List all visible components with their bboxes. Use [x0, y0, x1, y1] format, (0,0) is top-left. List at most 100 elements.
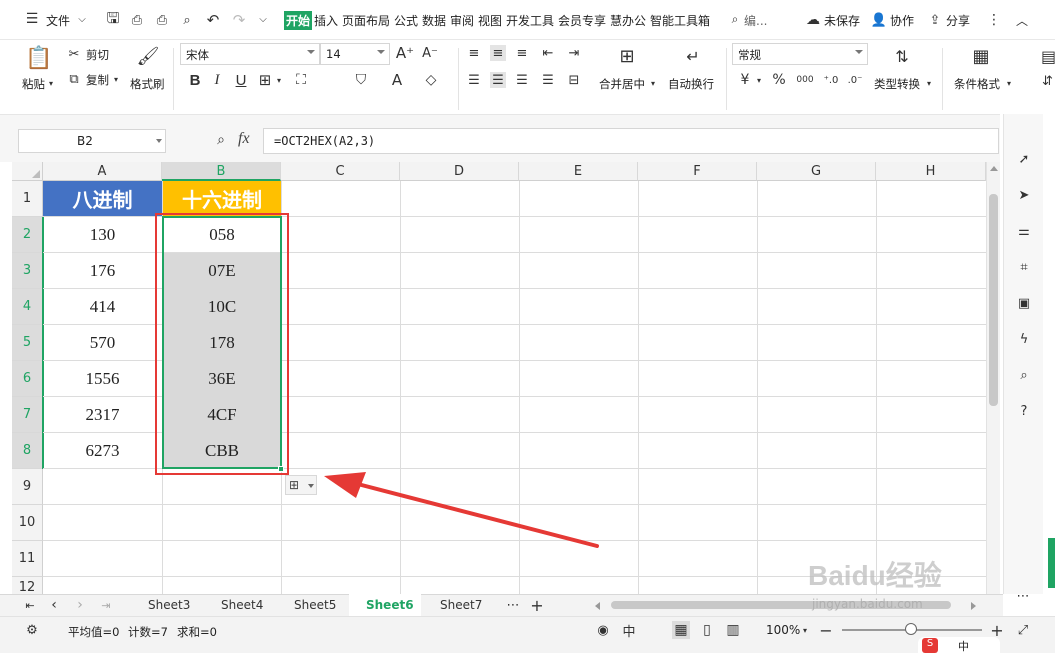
undo-icon[interactable]: ↶ — [204, 11, 222, 29]
zoom-level[interactable]: 100% — [766, 623, 800, 637]
scroll-up-icon[interactable] — [990, 166, 998, 171]
currency-dropdown-icon[interactable]: ▾ — [755, 74, 763, 86]
row-header-9[interactable]: 9 — [12, 469, 43, 505]
name-box[interactable]: B2 — [18, 129, 166, 153]
zoom-out-icon[interactable]: − — [818, 621, 834, 640]
copy-icon[interactable]: ⧉ — [66, 71, 82, 87]
tab-insert[interactable]: 插入 — [314, 12, 338, 29]
function-fx-button[interactable]: fx — [238, 130, 250, 148]
input-method-icon[interactable]: 中 — [620, 621, 638, 640]
zoom-slider-thumb[interactable] — [905, 623, 917, 635]
row-header-3[interactable]: 3 — [12, 253, 43, 289]
page-layout-view-icon[interactable]: ▯ — [698, 621, 716, 639]
fill-color-icon[interactable]: ⛉ — [352, 71, 370, 89]
add-sheet-icon[interactable]: + — [529, 596, 545, 615]
help-icon[interactable]: ? — [1015, 402, 1033, 420]
print-icon[interactable]: ⎙ — [153, 11, 171, 29]
row-header-12[interactable]: 12 — [12, 577, 43, 594]
cell-a6[interactable]: 1556 — [43, 361, 162, 396]
zoom-search-icon[interactable]: ⌕ — [212, 131, 230, 149]
paste-dropdown-icon[interactable]: ▾ — [47, 77, 55, 89]
borders-icon[interactable]: ⊞ — [256, 71, 274, 89]
vertical-scroll-thumb[interactable] — [989, 194, 998, 406]
font-size-select[interactable]: 14 — [320, 43, 390, 65]
collapse-ribbon-icon[interactable]: ︿ — [1014, 11, 1030, 29]
more-icon[interactable]: ⋯ — [1012, 588, 1034, 604]
underline-button[interactable]: U — [234, 71, 248, 89]
file-menu[interactable]: 文件 — [46, 12, 70, 29]
decrease-font-icon[interactable]: A⁻ — [421, 44, 439, 62]
table-style-icon[interactable]: ▤ — [1041, 44, 1055, 68]
quick-access-more-icon[interactable]: ⌵ — [257, 12, 269, 26]
crop-icon[interactable]: ⌗ — [1015, 258, 1033, 276]
formula-input[interactable]: =OCT2HEX(A2,3) — [263, 128, 999, 154]
row-header-7[interactable]: 7 — [12, 397, 43, 433]
row-header-6[interactable]: 6 — [12, 361, 43, 397]
fullscreen-icon[interactable]: ⤢ — [1014, 621, 1032, 639]
number-format-select[interactable]: 常规 — [732, 43, 868, 65]
sheet-tab-sheet5[interactable]: Sheet5 — [294, 598, 336, 612]
percent-button[interactable]: % — [772, 71, 786, 89]
rocket-icon[interactable]: ➚ — [1015, 150, 1033, 168]
column-header-f[interactable]: F — [638, 162, 757, 181]
column-header-e[interactable]: E — [519, 162, 638, 181]
chevron-down-icon[interactable] — [156, 139, 162, 143]
search-icon[interactable]: ⌕ — [728, 12, 742, 26]
pointer-icon[interactable]: ➤ — [1015, 186, 1033, 204]
scroll-right-icon[interactable] — [971, 602, 976, 610]
cond-format-dropdown-icon[interactable]: ▾ — [1005, 77, 1013, 89]
cell-style-icon[interactable]: ⛶ — [292, 71, 310, 89]
sheet-tab-sheet4[interactable]: Sheet4 — [221, 598, 263, 612]
tab-review[interactable]: 审阅 — [450, 12, 474, 29]
cell-a8[interactable]: 6273 — [43, 433, 162, 468]
type-convert-button[interactable]: 类型转换 — [874, 76, 920, 92]
tab-member[interactable]: 会员专享 — [558, 12, 606, 29]
cut-icon[interactable]: ✂ — [66, 46, 82, 62]
share-button[interactable]: 分享 — [946, 12, 970, 29]
tab-smart-toolbox[interactable]: 智能工具箱 — [650, 12, 710, 29]
save-icon[interactable]: 🖫 — [104, 9, 122, 29]
row-header-10[interactable]: 10 — [12, 505, 43, 541]
format-painter-button[interactable]: 格式刷 — [130, 76, 165, 92]
cell-b1-header-hex[interactable]: 十六进制 — [163, 181, 281, 216]
column-header-c[interactable]: C — [281, 162, 400, 181]
ime-mode-icon[interactable]: 中 — [958, 638, 969, 654]
justify-icon[interactable]: ☰ — [540, 72, 556, 88]
copy-button[interactable]: 复制 — [86, 72, 109, 88]
row-header-1[interactable]: 1 — [12, 181, 43, 217]
format-painter-icon[interactable]: 🖌 — [137, 43, 160, 69]
normal-view-icon[interactable]: ▦ — [672, 621, 690, 639]
more-sheets-icon[interactable]: ⋯ — [504, 597, 522, 613]
row-header-11[interactable]: 11 — [12, 541, 43, 577]
unsaved-status[interactable]: 未保存 — [824, 12, 860, 29]
row-header-4[interactable]: 4 — [12, 289, 43, 325]
prev-sheet-icon[interactable]: ‹ — [46, 597, 62, 613]
eye-protection-icon[interactable]: ◉ — [594, 621, 612, 639]
align-top-icon[interactable]: ≡ — [466, 45, 482, 61]
increase-font-icon[interactable]: A⁺ — [396, 44, 414, 62]
cell-a4[interactable]: 414 — [43, 289, 162, 324]
tab-developer[interactable]: 开发工具 — [506, 12, 554, 29]
clear-format-icon[interactable]: ◇ — [422, 71, 440, 89]
paste-button[interactable]: 粘贴 — [22, 76, 45, 92]
indent-increase-icon[interactable]: ⇥ — [566, 45, 582, 61]
sogou-ime-icon[interactable]: S — [922, 638, 938, 653]
collaborate-button[interactable]: 协作 — [890, 12, 914, 29]
export-pdf-icon[interactable]: ⎙ — [128, 11, 146, 29]
align-center-icon[interactable]: ☰ — [490, 72, 506, 88]
settings-sliders-icon[interactable]: ⚌ — [1015, 222, 1033, 240]
cell-a5[interactable]: 570 — [43, 325, 162, 360]
thousands-button[interactable]: 000 — [796, 72, 814, 88]
cell-a1-header-octal[interactable]: 八进制 — [43, 181, 162, 216]
zoom-dropdown-icon[interactable]: ▾ — [801, 624, 809, 636]
cell-a7[interactable]: 2317 — [43, 397, 162, 432]
column-header-g[interactable]: G — [757, 162, 876, 181]
sheet-tab-sheet6[interactable]: Sheet6 — [366, 598, 414, 612]
tab-formulas[interactable]: 公式 — [394, 12, 418, 29]
select-all-corner[interactable] — [12, 162, 43, 181]
page-break-view-icon[interactable]: ▥ — [724, 621, 742, 639]
tab-smart-office[interactable]: 慧办公 — [610, 12, 646, 29]
align-bottom-icon[interactable]: ≡ — [514, 45, 530, 61]
font-color-icon[interactable]: A — [388, 71, 406, 89]
align-right-icon[interactable]: ☰ — [514, 72, 530, 88]
